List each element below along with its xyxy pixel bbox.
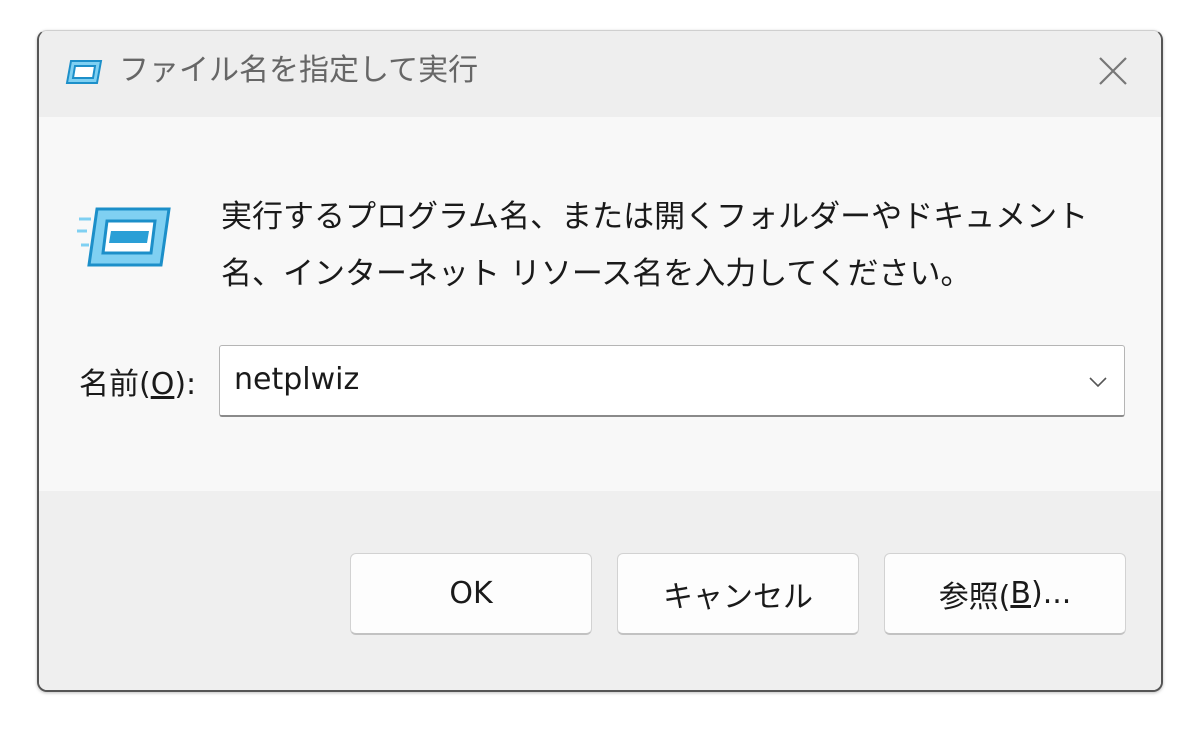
title-bar[interactable]: ファイル名を指定して実行 <box>39 31 1161 117</box>
run-icon <box>65 57 103 87</box>
browse-accelerator: B <box>1010 576 1031 611</box>
chevron-down-icon[interactable] <box>1084 368 1112 396</box>
dialog-content: 実行するプログラム名、または開くフォルダーやドキュメント名、インターネット リソ… <box>39 117 1161 491</box>
run-dialog: ファイル名を指定して実行 実行するプログラム名、または開くフォルダーやドキュメン… <box>37 30 1163 692</box>
cancel-button[interactable]: キャンセル <box>617 553 859 635</box>
run-icon <box>77 203 171 273</box>
description-text: 実行するプログラム名、または開くフォルダーやドキュメント名、インターネット リソ… <box>221 199 1089 292</box>
close-icon <box>1097 55 1129 91</box>
ok-button[interactable]: OK <box>350 553 592 635</box>
browse-button[interactable]: 参照(B)... <box>884 553 1126 635</box>
close-button[interactable] <box>1085 47 1141 99</box>
name-accelerator: O <box>150 367 175 402</box>
button-bar: OK キャンセル 参照(B)... <box>39 491 1161 690</box>
name-label: 名前(O): <box>79 367 197 402</box>
name-combobox[interactable]: netplwiz <box>219 345 1125 417</box>
name-input[interactable]: netplwiz <box>234 360 359 400</box>
window-title: ファイル名を指定して実行 <box>119 53 479 88</box>
